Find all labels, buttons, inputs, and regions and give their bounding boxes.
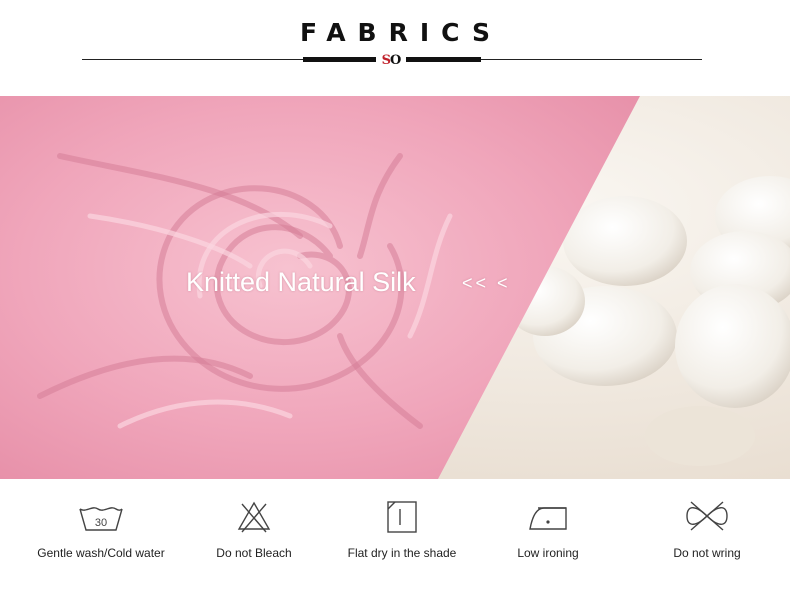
fabric-banner: Knitted Natural Silk << < — [0, 96, 790, 479]
care-item-low-ironing: Low ironing — [468, 496, 628, 560]
logo-letter-s: S — [381, 52, 391, 68]
care-item-gentle-wash: 30 Gentle wash/Cold water — [21, 496, 181, 560]
care-item-flat-dry-shade: Flat dry in the shade — [322, 496, 482, 560]
no-bleach-icon — [237, 501, 271, 533]
arrow-indicator: << < — [462, 273, 511, 293]
care-label-low-ironing: Low ironing — [517, 546, 579, 560]
fabric-caption: Knitted Natural Silk — [186, 267, 416, 297]
wash-temp-label: 30 — [95, 517, 107, 529]
brand-logo: SO — [376, 52, 406, 68]
low-iron-icon — [529, 507, 567, 530]
care-instructions: 30 Gentle wash/Cold water Do not Bleach … — [0, 496, 790, 576]
care-label-flat-dry-shade: Flat dry in the shade — [347, 546, 457, 560]
logo-letter-o: O — [390, 52, 401, 68]
care-item-no-wring: Do not wring — [627, 496, 787, 560]
flat-dry-shade-icon — [387, 501, 417, 533]
section-title: FABRICS — [300, 18, 502, 47]
care-label-gentle-wash: Gentle wash/Cold water — [37, 546, 165, 560]
no-wring-icon — [686, 501, 728, 531]
care-label-no-wring: Do not wring — [673, 546, 741, 560]
fabrics-header: FABRICS SO — [0, 0, 790, 80]
care-label-no-bleach: Do not Bleach — [216, 546, 292, 560]
wash-tub-30-icon: 30 — [79, 507, 123, 531]
care-item-no-bleach: Do not Bleach — [174, 496, 334, 560]
